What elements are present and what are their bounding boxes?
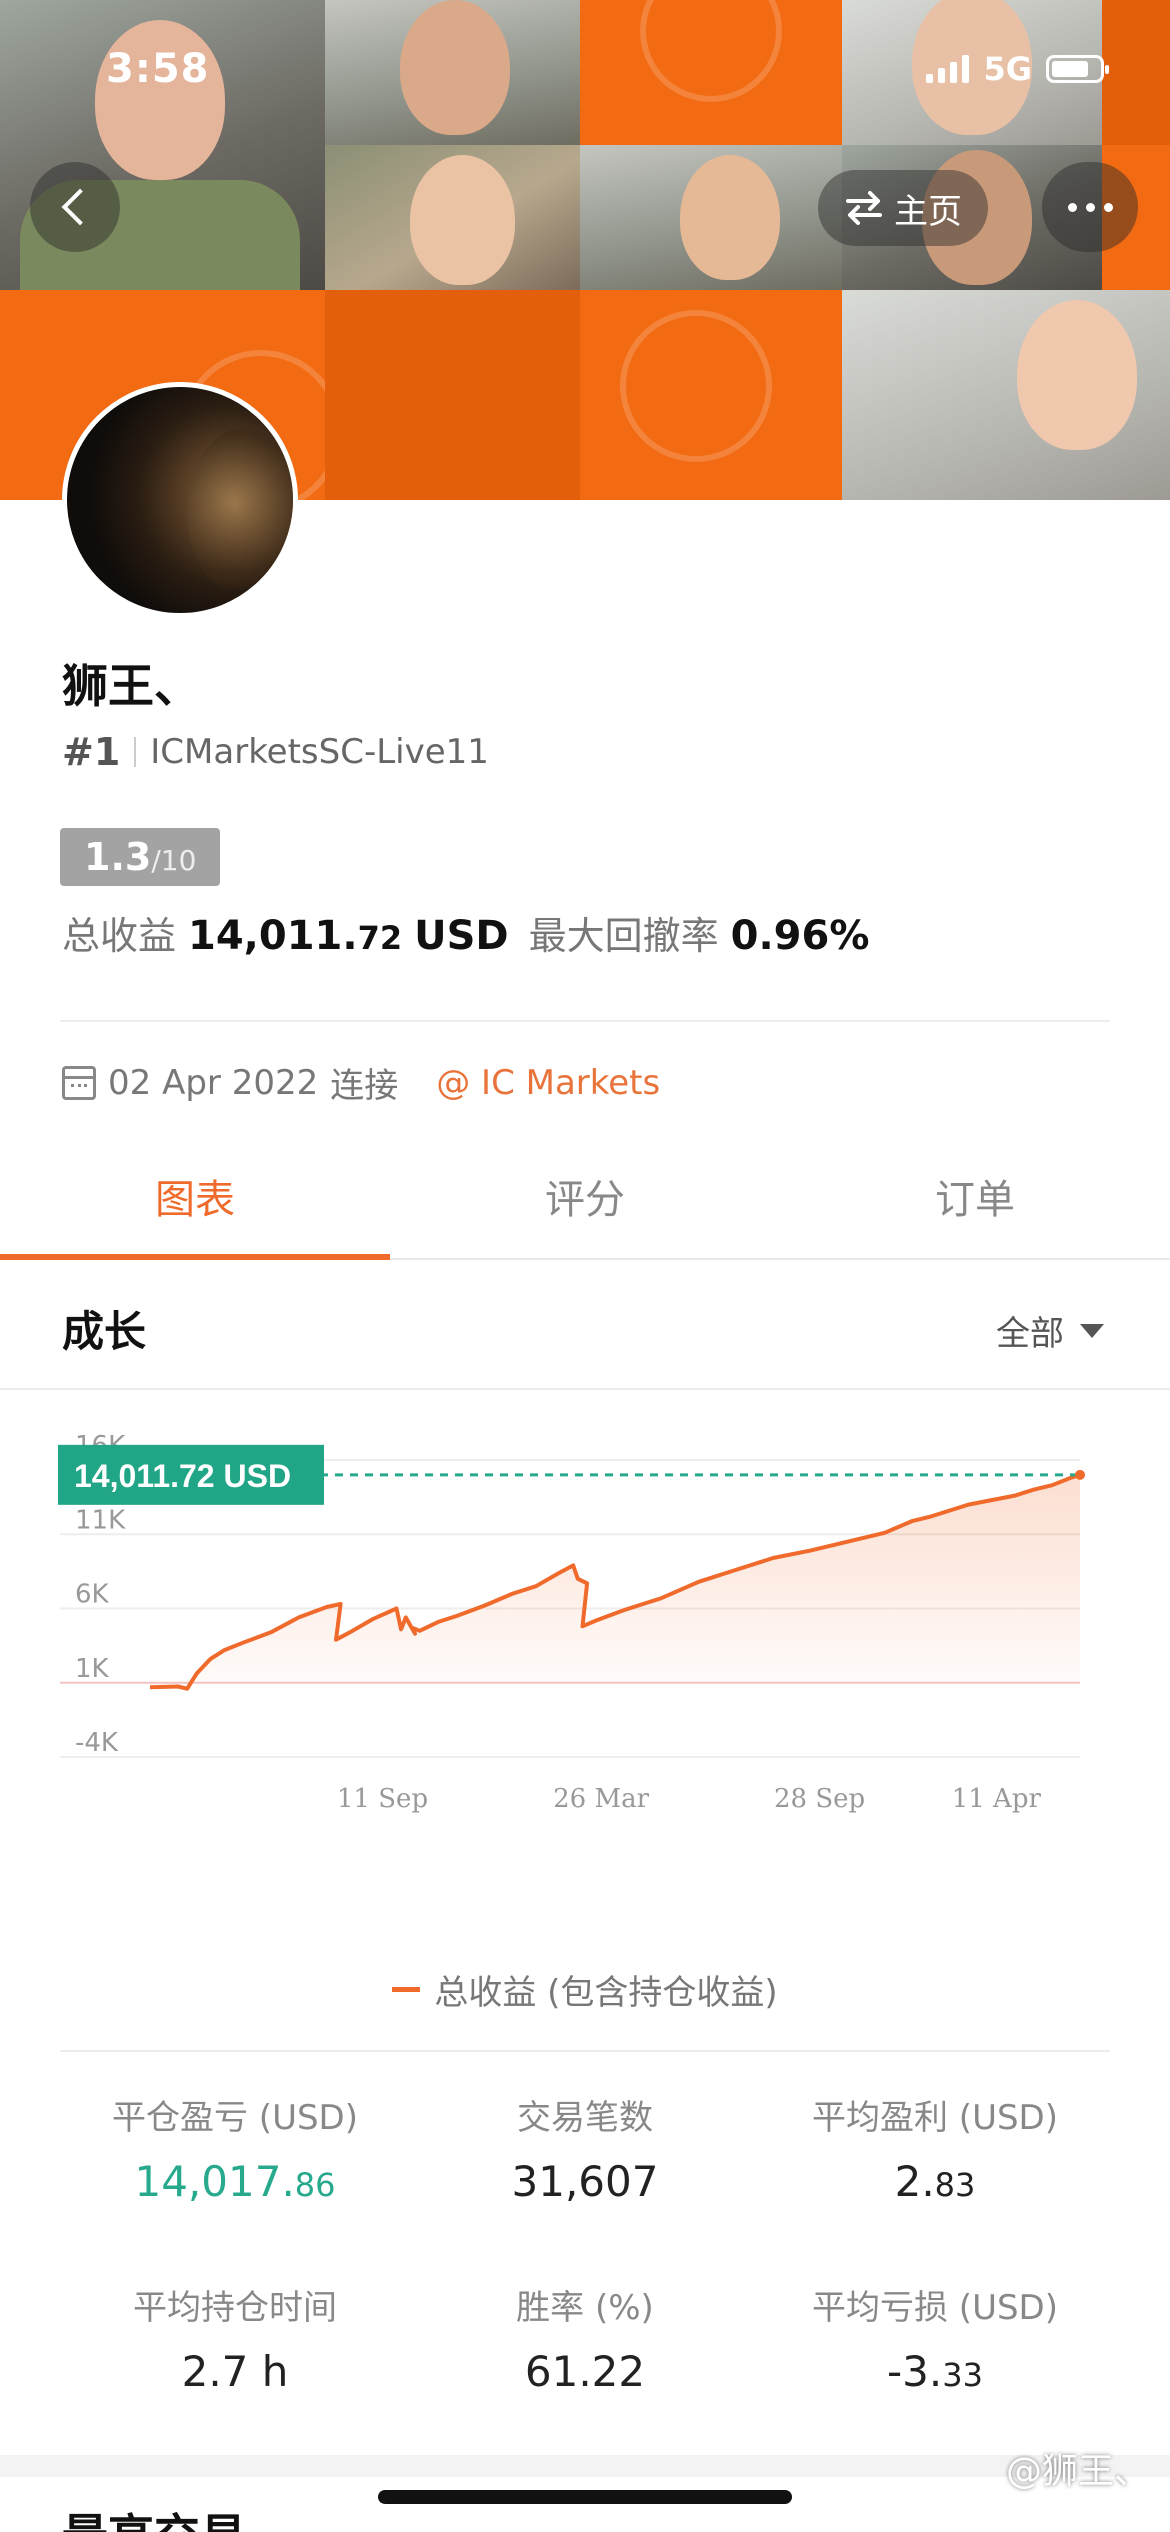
calendar-icon <box>62 1065 96 1100</box>
score-value: 1.3 <box>84 835 152 879</box>
metric-avg-loss: 平均亏损 (USD) -3.33 <box>740 2280 1130 2396</box>
back-button[interactable] <box>30 162 120 252</box>
metric-value: 2.7 h <box>181 2347 289 2396</box>
x-tick-label: 26 Mar <box>553 1784 649 1814</box>
watermark: @狮王、 <box>1005 2451 1150 2492</box>
more-dots-icon <box>1067 202 1077 212</box>
server-name: ICMarketsSC-Live11 <box>150 732 489 772</box>
trader-name: 狮王、 <box>62 659 200 713</box>
section-separator <box>0 2455 1170 2477</box>
x-tick-label: 11 Apr <box>952 1784 1042 1814</box>
banner-pattern <box>325 290 580 500</box>
banner-photo <box>325 0 580 145</box>
home-indicator[interactable] <box>378 2490 792 2504</box>
rank-badge: #1 <box>62 730 121 774</box>
banner-pattern <box>1102 0 1170 145</box>
range-filter-dropdown[interactable]: 全部 <box>996 1306 1104 1355</box>
total-profit-value: 14,011.72 <box>188 913 403 959</box>
section-title: 成长 <box>62 1307 147 1356</box>
signal-icon <box>926 55 970 83</box>
connect-label: 连接 <box>330 1066 399 1106</box>
banner-pattern <box>580 290 842 500</box>
metric-trade-count: 交易笔数 31,607 <box>390 2090 780 2206</box>
broker-link[interactable]: @ IC Markets <box>436 1063 660 1103</box>
next-section-title: 最高交易 <box>62 2500 246 2532</box>
tab-bar: 图表 评分 订单 <box>0 1140 1170 1260</box>
current-value-point <box>1075 1469 1085 1480</box>
legend-label: 总收益 (包含持仓收益) <box>434 1973 778 2013</box>
metric-label: 交易笔数 <box>517 2098 653 2138</box>
metric-label: 平仓盈亏 (USD) <box>112 2098 358 2138</box>
banner-photo <box>842 290 1170 500</box>
profit-summary: 总收益 14,011.72 USD 最大回撤率 0.96% <box>62 905 869 960</box>
divider <box>60 2050 1110 2052</box>
x-tick-label: 11 Sep <box>337 1784 428 1814</box>
status-time: 3:58 <box>106 46 210 92</box>
y-tick-label: 6K <box>75 1580 110 1610</box>
metric-win-rate: 胜率 (%) 61.22 <box>390 2280 780 2396</box>
banner-pattern <box>580 0 842 145</box>
chart-area-fill <box>150 1474 1080 1689</box>
metric-label: 胜率 (%) <box>516 2288 654 2328</box>
metric-closed-pnl: 平仓盈亏 (USD) 14,017.86 <box>40 2090 430 2206</box>
banner-photo <box>580 145 842 290</box>
metric-avg-profit: 平均盈利 (USD) 2.83 <box>740 2090 1130 2206</box>
metric-label: 平均持仓时间 <box>133 2288 337 2328</box>
divider <box>134 737 137 767</box>
tab-orders[interactable]: 订单 <box>780 1140 1170 1258</box>
connect-info: 02 Apr 2022 连接 @ IC Markets <box>62 1058 660 1107</box>
connect-date: 02 Apr 2022 <box>108 1062 319 1103</box>
total-profit-label: 总收益 <box>62 914 177 958</box>
status-indicators: 5G <box>926 50 1109 88</box>
rank-line: #1 ICMarketsSC-Live11 <box>62 730 489 774</box>
x-tick-label: 28 Sep <box>774 1784 865 1814</box>
network-label: 5G <box>983 50 1032 88</box>
tab-chart[interactable]: 图表 <box>0 1140 390 1260</box>
banner-photo <box>0 0 325 290</box>
total-profit-unit: USD <box>414 913 509 959</box>
metric-value: 31,607 <box>511 2157 659 2206</box>
max-drawdown-value: 0.96% <box>730 913 870 959</box>
metric-label: 平均亏损 (USD) <box>812 2288 1058 2328</box>
y-tick-label: 1K <box>75 1654 110 1684</box>
max-drawdown-label: 最大回撤率 <box>528 914 719 958</box>
more-button[interactable] <box>1042 162 1138 252</box>
y-tick-label: 11K <box>75 1505 126 1535</box>
swap-icon <box>846 191 882 225</box>
growth-section-header: 成长 全部 <box>0 1262 1170 1390</box>
battery-icon <box>1046 55 1109 83</box>
metrics-grid: 平仓盈亏 (USD) 14,017.86 交易笔数 31,607 平均盈利 (U… <box>0 2090 1170 2430</box>
avatar[interactable] <box>62 382 298 618</box>
home-button[interactable]: 主页 <box>818 170 988 246</box>
home-button-label: 主页 <box>894 191 962 232</box>
metric-value: -3.33 <box>887 2347 983 2396</box>
legend-swatch <box>392 1987 421 1992</box>
chart-legend: 总收益 (包含持仓收益) <box>0 1965 1170 2014</box>
metric-label: 平均盈利 (USD) <box>812 2098 1058 2138</box>
range-filter-label: 全部 <box>996 1314 1064 1354</box>
metric-value: 14,017.86 <box>134 2157 336 2206</box>
chevron-left-icon <box>61 188 99 226</box>
banner-photo <box>325 145 580 290</box>
metric-value: 2.83 <box>894 2157 976 2206</box>
score-badge: 1.3 /10 <box>60 828 221 886</box>
y-tick-label: -4K <box>75 1728 119 1758</box>
growth-chart: 16K11K6K1K-4K 11 Sep26 Mar28 Sep11 Apr 1… <box>58 1431 1085 1814</box>
metric-avg-hold-time: 平均持仓时间 2.7 h <box>40 2280 430 2396</box>
metric-value: 61.22 <box>524 2347 646 2396</box>
current-value-label: 14,011.72 USD <box>74 1458 291 1494</box>
caret-down-icon <box>1080 1323 1104 1338</box>
score-max: /10 <box>151 844 197 877</box>
divider <box>60 1020 1110 1022</box>
tab-rating[interactable]: 评分 <box>390 1140 780 1258</box>
